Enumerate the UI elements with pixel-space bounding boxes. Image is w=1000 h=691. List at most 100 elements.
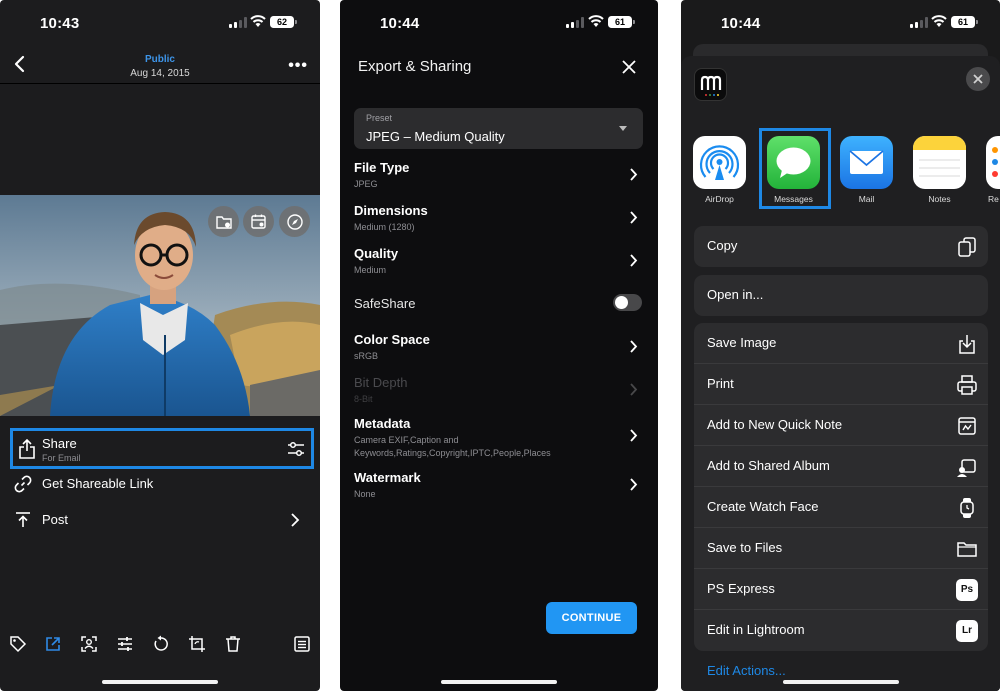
color-space-option[interactable]: Color Space sRGB xyxy=(354,332,644,363)
share-row[interactable]: Share For Email xyxy=(10,428,314,469)
chevron-right-icon xyxy=(630,478,638,491)
close-icon[interactable] xyxy=(966,67,990,91)
action-label: Save Image xyxy=(707,335,777,350)
shared-album-action[interactable]: Add to Shared Album xyxy=(694,446,988,487)
option-name: SafeShare xyxy=(354,296,416,311)
share-sublabel: For Email xyxy=(42,453,81,463)
preset-label: Preset xyxy=(366,113,393,123)
copy-group: Copy xyxy=(694,226,988,267)
battery-icon: 61 xyxy=(951,16,978,28)
open-in-group: Open in... xyxy=(694,275,988,316)
watch-face-action[interactable]: Create Watch Face xyxy=(694,487,988,528)
save-to-files-action[interactable]: Save to Files xyxy=(694,528,988,569)
option-name: File Type xyxy=(354,160,410,175)
watermark-option[interactable]: Watermark None xyxy=(354,470,644,501)
save-image-action[interactable]: Save Image xyxy=(694,323,988,364)
lightroom-icon: Lr xyxy=(956,620,978,642)
chevron-down-icon xyxy=(619,126,627,131)
printer-icon xyxy=(957,375,977,395)
app-reminders[interactable]: Re xyxy=(986,136,1000,204)
option-detail: Medium (1280) xyxy=(354,222,415,232)
action-label: PS Express xyxy=(707,581,775,596)
copy-icon xyxy=(958,237,976,257)
status-bar: 10:43 62 xyxy=(0,0,320,44)
action-label: Print xyxy=(707,376,734,391)
album-title: Public xyxy=(144,54,175,65)
tag-icon[interactable] xyxy=(9,635,27,653)
ellipsis-icon[interactable]: ••• xyxy=(288,57,308,75)
person-tag-icon[interactable] xyxy=(80,635,98,653)
print-action[interactable]: Print xyxy=(694,364,988,405)
chevron-right-icon xyxy=(630,168,638,181)
rotate-icon[interactable] xyxy=(152,635,170,653)
wifi-icon xyxy=(931,15,947,27)
watch-icon xyxy=(960,498,974,518)
get-shareable-link-row[interactable]: Get Shareable Link xyxy=(14,474,306,494)
ios-share-sheet-screen: 10:44 61 AirDrop Messages Mail Notes Re … xyxy=(681,0,1000,691)
row-label: Get Shareable Link xyxy=(42,476,154,491)
info-list-icon[interactable] xyxy=(293,635,311,653)
page-title: Export & Sharing xyxy=(358,58,472,75)
add-to-folder-icon[interactable] xyxy=(208,206,239,237)
post-row[interactable]: Post xyxy=(14,510,306,530)
save-image-icon xyxy=(959,335,975,354)
option-detail: sRGB xyxy=(354,351,379,361)
chevron-right-icon xyxy=(630,254,638,267)
battery-icon: 62 xyxy=(270,16,297,28)
bit-depth-option: Bit Depth 8-Bit xyxy=(354,375,644,406)
close-icon[interactable] xyxy=(622,60,636,74)
edit-actions-link[interactable]: Edit Actions... xyxy=(707,663,786,678)
adjust-sliders-icon[interactable] xyxy=(116,635,134,653)
option-name: Metadata xyxy=(354,416,411,431)
app-airdrop[interactable]: AirDrop xyxy=(693,136,746,204)
notes-icon xyxy=(913,136,966,189)
compass-icon[interactable] xyxy=(279,206,310,237)
option-name: Dimensions xyxy=(354,203,428,218)
wifi-icon xyxy=(250,15,266,27)
preset-dropdown[interactable]: Preset JPEG – Medium Quality xyxy=(354,108,643,149)
messages-highlight-box xyxy=(759,128,831,209)
metadata-option[interactable]: Metadata Camera EXIF,Caption and Keyword… xyxy=(354,416,644,460)
option-detail: None xyxy=(354,489,376,499)
action-label: Add to New Quick Note xyxy=(707,417,843,432)
chevron-right-icon xyxy=(291,513,300,527)
status-time: 10:44 xyxy=(721,15,761,32)
ps-express-action[interactable]: PS Express Ps xyxy=(694,569,988,610)
app-mail[interactable]: Mail xyxy=(840,136,893,204)
crop-icon[interactable] xyxy=(188,635,206,653)
post-upload-icon xyxy=(16,512,30,527)
actions-group: Save Image Print Add to New Quick Note A… xyxy=(694,323,988,651)
lightroom-action[interactable]: Edit in Lightroom Lr xyxy=(694,610,988,651)
option-detail: Medium xyxy=(354,265,387,275)
action-label: Open in... xyxy=(707,287,764,302)
file-type-option[interactable]: File Type JPEG xyxy=(354,160,644,191)
dimensions-option[interactable]: Dimensions Medium (1280) xyxy=(354,203,644,234)
app-notes[interactable]: Notes xyxy=(913,136,966,204)
trash-icon[interactable] xyxy=(224,635,242,653)
continue-button[interactable]: CONTINUE xyxy=(546,602,637,634)
quick-note-action[interactable]: Add to New Quick Note xyxy=(694,405,988,446)
airdrop-icon xyxy=(693,136,746,189)
row-label: Post xyxy=(42,512,69,527)
safeshare-toggle[interactable] xyxy=(613,294,642,311)
chevron-right-icon xyxy=(630,211,638,224)
status-bar: 10:44 61 xyxy=(681,0,1000,44)
home-indicator xyxy=(782,680,899,684)
copy-action[interactable]: Copy xyxy=(694,226,988,267)
export-icon[interactable] xyxy=(44,635,62,653)
chevron-right-icon xyxy=(630,429,638,442)
export-sharing-screen: 10:44 61 Export & Sharing Preset JPEG – … xyxy=(340,0,658,691)
home-indicator xyxy=(102,680,218,684)
action-label: Create Watch Face xyxy=(707,499,819,514)
status-time: 10:43 xyxy=(40,15,80,32)
ps-express-icon: Ps xyxy=(956,579,978,601)
option-detail: JPEG xyxy=(354,179,378,189)
quality-option[interactable]: Quality Medium xyxy=(354,246,644,277)
calendar-icon[interactable] xyxy=(243,206,274,237)
option-detail: 8-Bit xyxy=(354,394,373,404)
status-time: 10:44 xyxy=(380,15,420,32)
battery-icon: 61 xyxy=(608,16,635,28)
open-in-action[interactable]: Open in... xyxy=(694,275,988,316)
settings-sliders-icon[interactable] xyxy=(287,441,305,457)
link-icon xyxy=(14,475,32,493)
